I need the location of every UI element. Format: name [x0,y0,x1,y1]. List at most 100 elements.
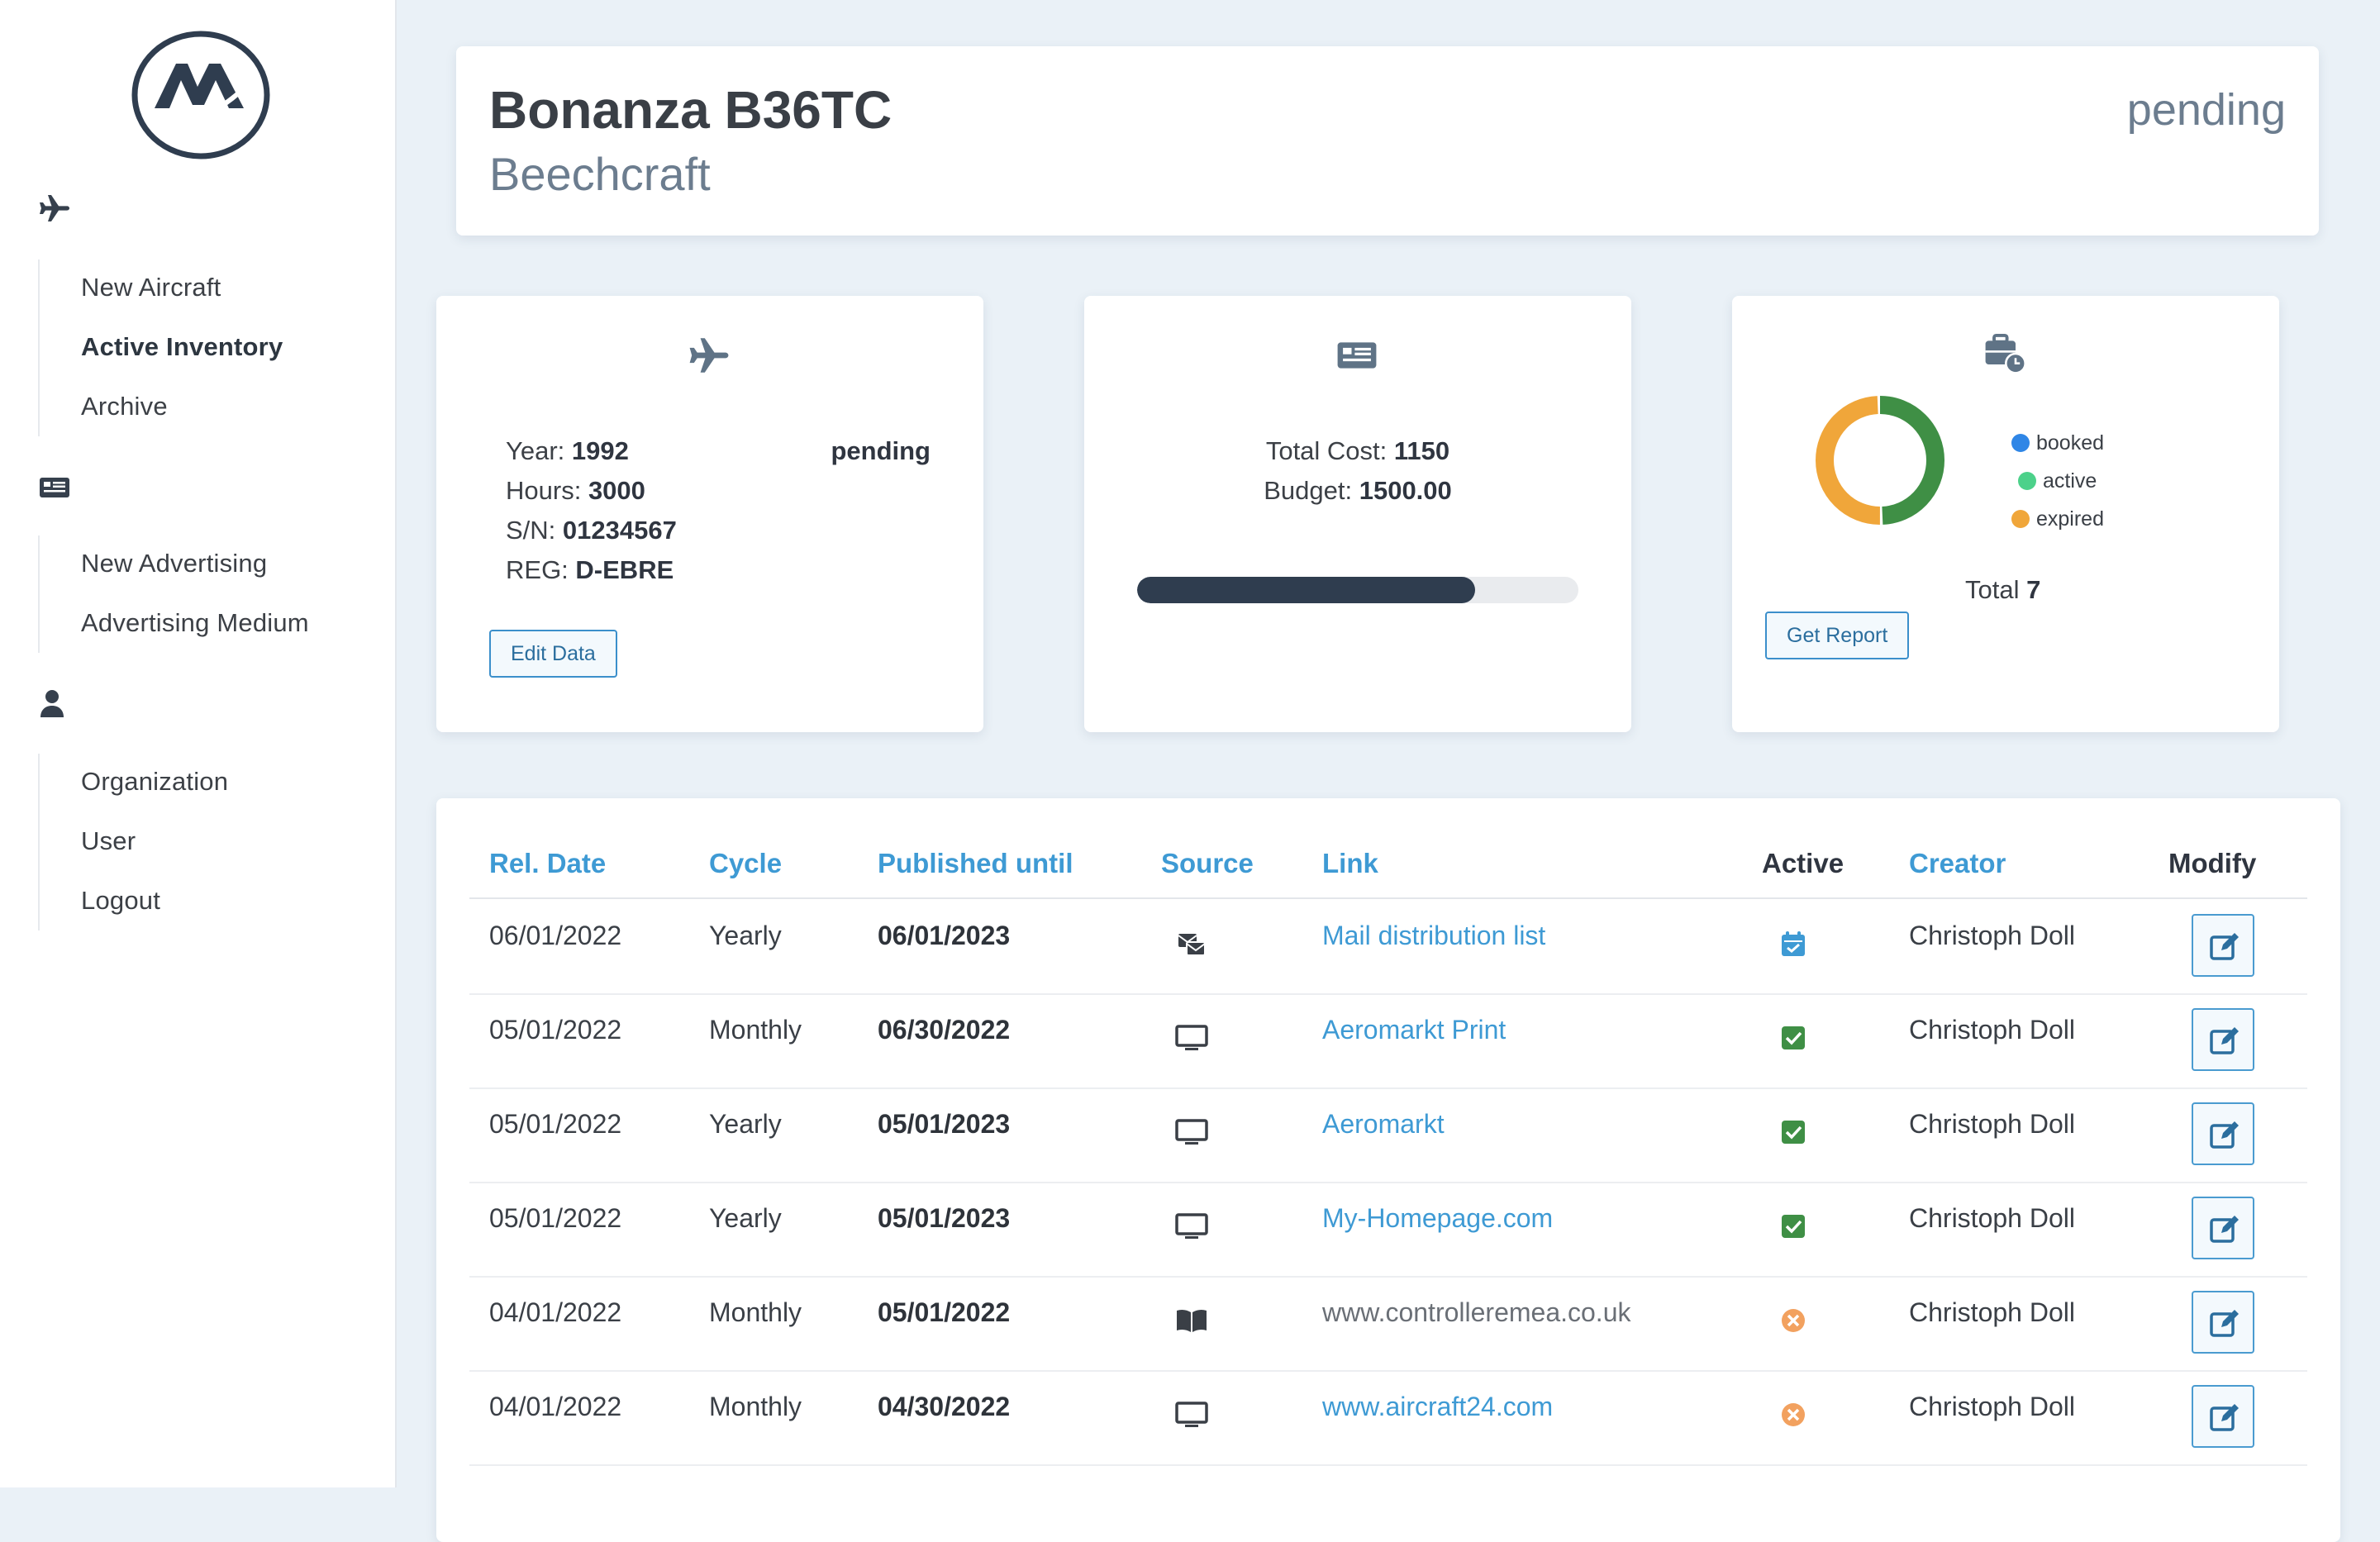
total-field: Total 7 [1965,575,2040,605]
legend-active: active [2018,469,2097,493]
reg-value: D-EBRE [575,555,674,584]
user-icon [40,690,64,717]
budget-progress-fill [1137,577,1476,603]
total-value: 7 [2026,575,2041,604]
rel-date-cell: 06/01/2022 [489,921,622,950]
edit-row-button[interactable] [2192,1197,2254,1259]
sidebar-item-organization[interactable]: Organization [81,767,228,797]
budget-progress-bar [1137,577,1578,603]
total-cost-label: Total Cost: [1265,436,1388,465]
hours-field: Hours: 3000 [506,476,645,506]
link-cell[interactable]: My-Homepage.com [1322,1203,1553,1234]
rel-date-cell: 04/01/2022 [489,1392,622,1421]
link-cell[interactable]: www.aircraft24.com [1322,1392,1553,1422]
total-cost-value: 1150 [1393,436,1450,465]
monitor-icon [1175,1398,1208,1431]
legend-label-expired: expired [2036,507,2104,531]
column-header-published-until[interactable]: Published until [878,848,1073,879]
year-label: Year: [506,436,565,465]
cycle-cell: Monthly [709,1015,802,1045]
sn-label: S/N: [506,516,556,545]
edit-icon [2210,1027,2239,1054]
nav-group-account: Organization User Logout [38,754,228,930]
status-donut-chart [1816,396,1944,525]
expired-x-icon [1777,1398,1810,1431]
table-row: 04/01/2022 Monthly 05/01/2022 www.controlle… [469,1276,2307,1372]
calendar-check-icon [1777,927,1810,960]
table-row: 06/01/2022 Yearly 06/01/2023 Mail distribut… [469,899,2307,995]
published-until-cell: 05/01/2023 [878,1109,1011,1139]
edit-icon [2210,1216,2239,1243]
link-cell[interactable]: Mail distribution list [1322,921,1545,951]
edit-row-button[interactable] [2192,1102,2254,1165]
sidebar-item-active-inventory[interactable]: Active Inventory [81,332,283,362]
check-icon [1777,1210,1810,1243]
edit-row-button[interactable] [2192,1008,2254,1071]
edit-row-button[interactable] [2192,914,2254,977]
sn-value: 01234567 [562,516,677,545]
column-header-link[interactable]: Link [1322,848,1378,879]
column-header-rel-date[interactable]: Rel. Date [489,848,606,879]
airplane-icon [40,195,69,221]
serial-number-field: S/N: 01234567 [506,516,677,545]
aircraft-title-card: Bonanza B36TC Beechcraft pending [456,46,2319,236]
published-until-cell: 06/30/2022 [878,1015,1011,1045]
sidebar-item-logout[interactable]: Logout [81,886,160,916]
column-header-source[interactable]: Source [1161,848,1254,879]
published-until-cell: 05/01/2023 [878,1203,1011,1233]
link-cell: www.controlleremea.co.uk [1322,1297,1631,1327]
check-icon [1777,1116,1810,1149]
monitor-icon [1175,1021,1208,1054]
creator-cell: Christoph Doll [1909,1203,2075,1233]
table-row: 05/01/2022 Yearly 05/01/2023 Aeromarkt Chris… [469,1087,2307,1183]
cycle-cell: Yearly [709,1203,782,1233]
page-title: Bonanza B36TC [489,80,892,140]
published-until-cell: 04/30/2022 [878,1392,1011,1421]
rel-date-cell: 05/01/2022 [489,1203,622,1233]
sidebar-item-user[interactable]: User [81,826,136,856]
total-cost-field: Total Cost: 1150 [1084,436,1631,466]
link-cell[interactable]: Aeromarkt [1322,1109,1445,1140]
sidebar-item-new-advertising[interactable]: New Advertising [81,549,267,578]
link-cell[interactable]: Aeromarkt Print [1322,1015,1506,1045]
newspaper-icon [40,478,69,497]
status-label: pending [2126,85,2286,135]
edit-icon [2210,1404,2239,1431]
manufacturer-name: Beechcraft [489,148,711,200]
budget-field: Budget: 1500.00 [1084,476,1631,506]
reg-label: REG: [506,555,569,584]
edit-icon [2210,1121,2239,1149]
legend-label-booked: booked [2036,431,2105,455]
column-header-cycle[interactable]: Cycle [709,848,782,879]
legend-dot-active [2018,472,2036,490]
edit-row-button[interactable] [2192,1291,2254,1354]
advertising-table: Rel. Date Cycle Published until Source L… [436,798,2340,1542]
edit-icon [2210,1310,2239,1337]
legend-expired: expired [2011,507,2104,531]
legend-booked: booked [2011,431,2104,455]
report-card: booked active expired Total 7 Get Report [1732,296,2279,732]
year-value: 1992 [571,436,629,465]
year-field: Year: 1992 [506,436,629,466]
nav-group-advertising: New Advertising Advertising Medium [38,535,309,653]
column-header-creator[interactable]: Creator [1909,848,2006,879]
brand-logo[interactable] [130,29,272,161]
creator-cell: Christoph Doll [1909,1392,2075,1421]
rel-date-cell: 05/01/2022 [489,1109,622,1139]
sidebar: New Aircraft Active Inventory Archive Ne… [0,0,397,1487]
table-row: 05/01/2022 Monthly 06/30/2022 Aeromarkt Pri… [469,993,2307,1089]
get-report-button[interactable]: Get Report [1765,612,1910,659]
sidebar-item-archive[interactable]: Archive [81,392,168,421]
table-row: 04/01/2022 Monthly 04/30/2022 www.aircraft2… [469,1370,2307,1466]
column-header-active: Active [1762,848,1844,878]
edit-row-button[interactable] [2192,1385,2254,1448]
edit-data-button[interactable]: Edit Data [489,630,617,678]
sidebar-item-advertising-medium[interactable]: Advertising Medium [81,608,309,638]
creator-cell: Christoph Doll [1909,1109,2075,1139]
sidebar-item-new-aircraft[interactable]: New Aircraft [81,273,221,302]
creator-cell: Christoph Doll [1909,1015,2075,1045]
aircraft-data-card: Year: 1992 Hours: 3000 S/N: 01234567 REG… [436,296,983,732]
total-label: Total [1965,575,2020,604]
cycle-cell: Yearly [709,921,782,950]
rel-date-cell: 05/01/2022 [489,1015,622,1045]
